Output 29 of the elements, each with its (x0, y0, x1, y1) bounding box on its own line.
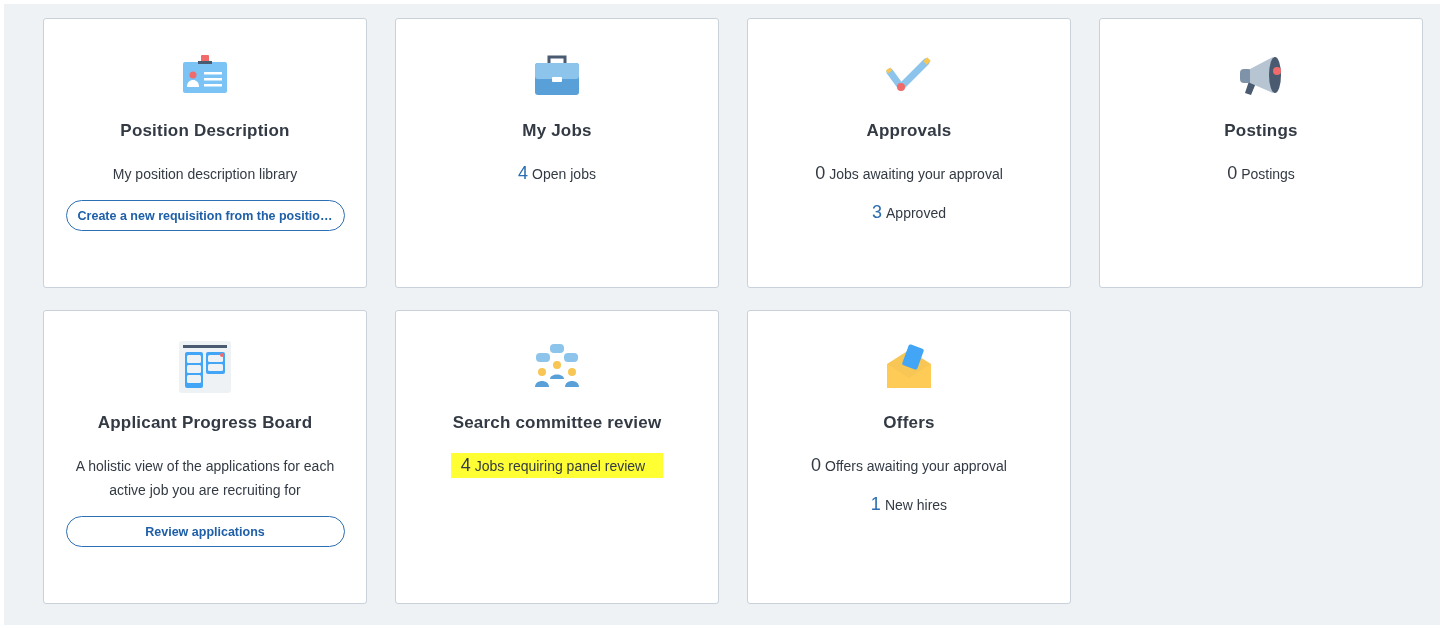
stat-label: Approved (886, 205, 946, 221)
card-description: My position description library (111, 165, 299, 184)
card-title: Offers (883, 413, 935, 433)
stat-label: Postings (1241, 166, 1295, 182)
stat-label: New hires (884, 497, 948, 513)
card-title: Search committee review (452, 413, 662, 433)
stat-label: Jobs awaiting your approval (829, 166, 1003, 182)
card-title: Position Description (120, 121, 290, 141)
card-title: My Jobs (522, 121, 592, 141)
board-icon (179, 341, 231, 393)
envelope-icon (885, 344, 933, 390)
card-title: Approvals (866, 121, 952, 141)
count-link[interactable]: 3 (872, 202, 883, 223)
card-description: A holistic view of the applications for each active job you are recruiting for (74, 457, 336, 500)
card-title: Applicant Progress Board (97, 413, 313, 433)
count-link[interactable]: 4 (518, 163, 529, 184)
card-title: Postings (1224, 121, 1298, 141)
count: 4 (460, 455, 471, 476)
stat-label: Offers awaiting your approval (825, 458, 1007, 474)
stat-label: Jobs requiring panel review (474, 458, 646, 474)
count: 0 (1227, 163, 1238, 184)
action-button[interactable]: Create a new requisition from the positio… (65, 200, 345, 231)
count-link[interactable]: 1 (870, 494, 881, 515)
count: 0 (815, 163, 826, 184)
count: 0 (811, 455, 822, 476)
briefcase-icon (533, 53, 581, 97)
id-card-icon (181, 55, 229, 95)
stat-label: Open jobs (532, 166, 596, 182)
action-button[interactable]: Review applications (65, 516, 345, 547)
